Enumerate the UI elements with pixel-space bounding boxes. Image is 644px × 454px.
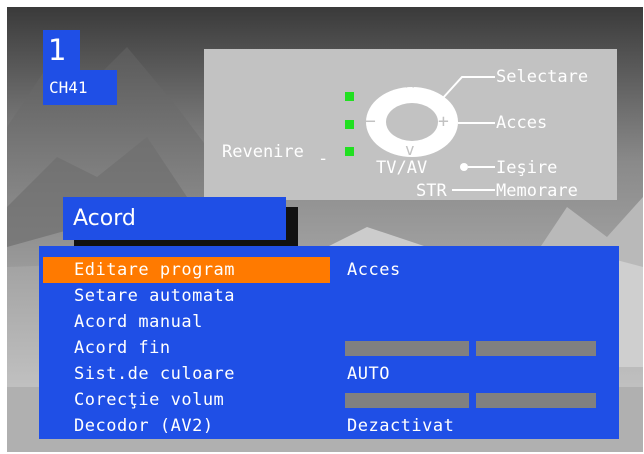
menu-item-label[interactable]: Acord manual — [43, 309, 330, 335]
plus-symbol: + — [438, 111, 449, 132]
menu-row-corectie-volum[interactable]: Corecţie volum — [39, 387, 619, 413]
program-number: 1 — [43, 30, 80, 70]
menu-item-value: Dezactivat — [347, 416, 455, 436]
menu-row-acord-fin[interactable]: Acord fin — [39, 335, 619, 361]
menu-item-label[interactable]: Decodor (AV2) — [43, 413, 330, 439]
fine-tune-bar-left[interactable] — [345, 341, 469, 356]
menu-item-value: AUTO — [347, 364, 390, 384]
menu-row-setare-automata[interactable]: Setare automata — [39, 283, 619, 309]
legend-acces: Acces — [496, 113, 548, 133]
indicator-led — [345, 147, 354, 156]
legend-iesire: Ieşire — [496, 158, 558, 178]
remote-legend-panel: ^ v − + Selectare Acces Revenire - TV/AV… — [204, 49, 617, 201]
channel-label: CH41 — [43, 70, 117, 105]
tuning-menu: Editare program Acces Setare automata Ac… — [39, 246, 619, 439]
exit-dot — [460, 163, 468, 171]
indicator-led — [345, 120, 354, 129]
legend-revenire: Revenire — [222, 142, 304, 162]
indicator-led — [345, 92, 354, 101]
volume-bar-right[interactable] — [476, 393, 596, 408]
selectare-leader — [441, 76, 495, 100]
menu-item-label[interactable]: Corecţie volum — [43, 387, 330, 413]
down-symbol: v — [405, 140, 415, 159]
legend-tvav: TV/AV — [376, 158, 428, 178]
menu-item-label[interactable]: Acord fin — [43, 335, 330, 361]
tv-screen: 1 CH41 ^ v − + Selectare Acces Revenire … — [7, 7, 643, 452]
volume-bar-left[interactable] — [345, 393, 469, 408]
legend-str: STR — [416, 181, 447, 201]
menu-row-sist-culoare[interactable]: Sist.de culoare AUTO — [39, 361, 619, 387]
revenire-dash: - — [318, 149, 329, 169]
menu-row-decodor[interactable]: Decodor (AV2) Dezactivat — [39, 413, 619, 439]
minus-symbol: − — [365, 111, 376, 132]
menu-item-label[interactable]: Editare program — [43, 257, 330, 283]
menu-row-acord-manual[interactable]: Acord manual — [39, 309, 619, 335]
menu-item-value: Acces — [347, 260, 401, 280]
up-symbol: ^ — [405, 80, 415, 99]
legend-memorare: Memorare — [496, 181, 578, 201]
fine-tune-bar-right[interactable] — [476, 341, 596, 356]
menu-item-label[interactable]: Sist.de culoare — [43, 361, 330, 387]
legend-selectare: Selectare — [496, 67, 589, 87]
menu-item-label[interactable]: Setare automata — [43, 283, 330, 309]
menu-row-editare-program[interactable]: Editare program Acces — [39, 257, 619, 283]
menu-title: Acord — [63, 197, 286, 240]
